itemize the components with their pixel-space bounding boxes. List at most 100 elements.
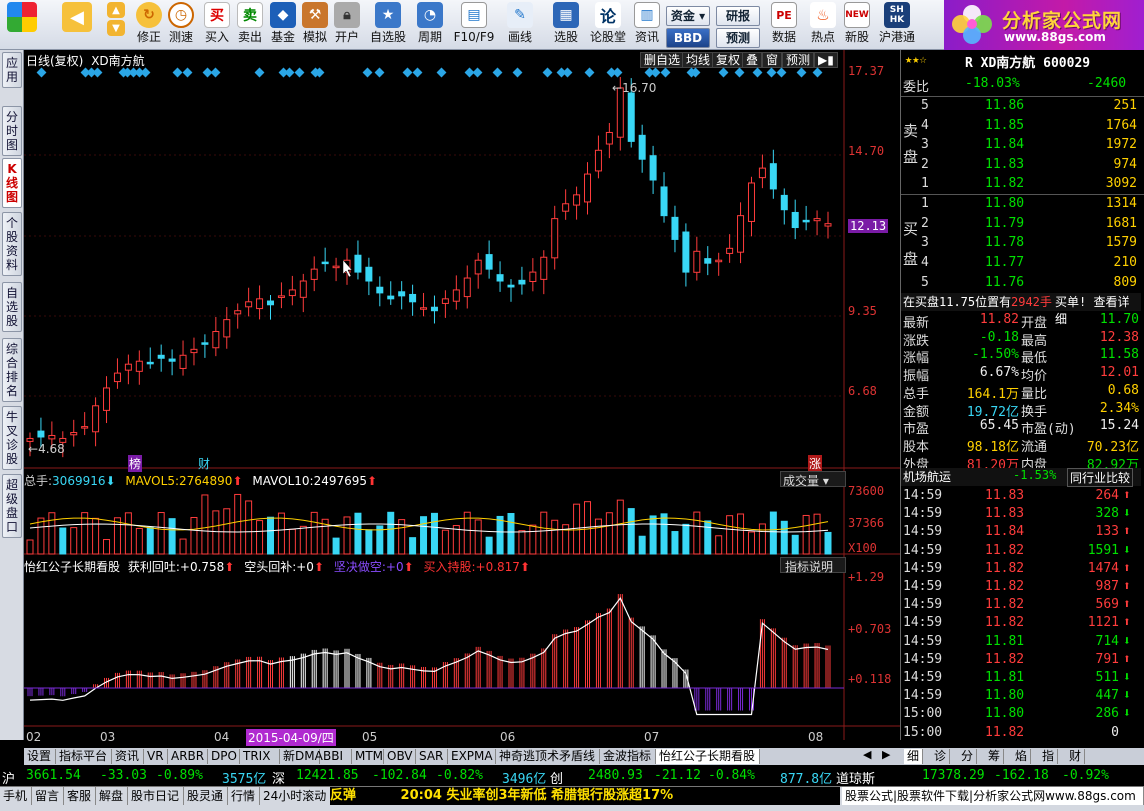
candle-body bbox=[802, 219, 810, 223]
flame-icon: ♨ bbox=[810, 2, 836, 28]
buy-level-row[interactable]: 1 11.80 1314 bbox=[901, 196, 1141, 214]
date-highlight: 2015-04-09/四 bbox=[246, 729, 336, 746]
indicator-tab[interactable]: TRIX bbox=[240, 749, 280, 764]
indicator-tab[interactable]: 新DMA bbox=[280, 749, 323, 764]
indicator-explain-button[interactable]: 指标说明 bbox=[780, 557, 846, 574]
volume-bar bbox=[168, 518, 176, 555]
volume-bar bbox=[420, 516, 428, 555]
buy-level-row[interactable]: 2 11.79 1681 bbox=[901, 216, 1141, 234]
candle-body bbox=[223, 319, 231, 338]
indicator-tab[interactable]: EXPMA bbox=[448, 749, 496, 764]
indicator-tab[interactable]: 金波指标 bbox=[600, 749, 656, 764]
quote-tab[interactable]: 筹 bbox=[985, 749, 1005, 764]
bbd-button[interactable]: BBD bbox=[666, 28, 710, 48]
status-item[interactable]: 股灵通 bbox=[184, 787, 228, 805]
buy-button[interactable]: 买 买入 bbox=[202, 2, 232, 48]
period-button[interactable]: ◔ 周期 bbox=[412, 2, 448, 48]
indicator-tab[interactable]: VR bbox=[144, 749, 168, 764]
candle-body bbox=[310, 268, 318, 280]
indicator-tab[interactable]: BBI bbox=[320, 749, 352, 764]
tab-intraday[interactable]: 分时图 bbox=[2, 106, 22, 156]
sell-level-row[interactable]: 1 11.82 3092 bbox=[901, 176, 1141, 194]
f10-button[interactable]: ▤ F10/F9 bbox=[452, 2, 496, 48]
draw-line-button[interactable]: ✎ 画线 bbox=[502, 2, 538, 48]
forum-button[interactable]: 论 论股堂 bbox=[588, 2, 628, 48]
status-item[interactable]: 手机 bbox=[0, 787, 32, 805]
rank-badge[interactable]: 榜 bbox=[128, 455, 143, 472]
tab-ranking[interactable]: 综合排名 bbox=[2, 338, 22, 402]
quote-tab[interactable]: 指 bbox=[1039, 749, 1059, 764]
sell-level-row[interactable]: 2 11.83 974 bbox=[901, 157, 1141, 175]
indicator-tab[interactable]: OBV bbox=[384, 749, 416, 764]
volume-selector[interactable]: 成交量 ▾ bbox=[780, 471, 846, 488]
data-button[interactable]: PE 数据 bbox=[764, 2, 804, 48]
page-updown-button[interactable]: ▲ ▼ bbox=[105, 2, 127, 48]
finance-badge[interactable]: 财 bbox=[198, 455, 210, 472]
industry-compare-button[interactable]: 同行业比较 bbox=[1067, 468, 1134, 487]
indicator-tab[interactable]: 指标平台 bbox=[56, 749, 112, 764]
status-item[interactable]: 行情 bbox=[228, 787, 260, 805]
tab-stock-profile[interactable]: 个股资料 bbox=[2, 212, 22, 276]
volume-bar bbox=[113, 517, 121, 555]
hotspot-button[interactable]: ♨ 热点 bbox=[806, 2, 840, 48]
quote-tab[interactable]: 诊 bbox=[931, 749, 951, 764]
candle-body bbox=[201, 342, 209, 345]
quote-tab[interactable]: 细 bbox=[904, 749, 924, 764]
volume-bar bbox=[387, 511, 395, 555]
tab-diagnosis[interactable]: 牛叉诊股 bbox=[2, 406, 22, 470]
tab-kline[interactable]: K线图 bbox=[2, 158, 22, 208]
sell-level-row[interactable]: 4 11.85 1764 bbox=[901, 118, 1141, 136]
volume-bar bbox=[365, 529, 373, 555]
buy-level-row[interactable]: 3 11.78 1579 bbox=[901, 235, 1141, 253]
volume-bar bbox=[266, 516, 274, 555]
fix-button[interactable]: ↻ 修正 bbox=[134, 2, 164, 48]
kline-chart-area[interactable]: 日线(复权) XD南方航 删自选 均线 复权 叠 窗 预测 ▶▮ 17.37 1… bbox=[24, 50, 900, 746]
quote-tab[interactable]: 财 bbox=[1066, 749, 1086, 764]
indicator-tab[interactable]: 神奇逃顶术矛盾线 bbox=[496, 749, 600, 764]
news-button[interactable]: ▥ 资讯 bbox=[632, 2, 662, 48]
tab-watchlist[interactable]: 自选股 bbox=[2, 282, 22, 332]
quote-tab[interactable]: 焰 bbox=[1012, 749, 1032, 764]
rise-badge[interactable]: 涨 bbox=[808, 455, 823, 472]
sell-button[interactable]: 卖 卖出 bbox=[235, 2, 265, 48]
site-link[interactable]: 股票公式|股票软件下载|分析家公式网www.88gs.com bbox=[842, 787, 1144, 805]
status-item[interactable]: 24小时滚动 bbox=[260, 787, 340, 805]
news-scroller[interactable]: 反弹 20:04 失业率创3年新低 希腊银行股涨超17% bbox=[330, 787, 840, 805]
tab-apps[interactable]: 应用 bbox=[2, 52, 22, 88]
quote-tab[interactable]: 分 bbox=[958, 749, 978, 764]
fund-button[interactable]: ◆ 基金 bbox=[268, 2, 298, 48]
buy-level-row[interactable]: 4 11.77 210 bbox=[901, 255, 1141, 273]
indicator-tab[interactable]: MTM bbox=[352, 749, 384, 764]
research-button[interactable]: 研报 bbox=[716, 6, 760, 26]
capital-dropdown[interactable]: 资金 ▾ bbox=[666, 6, 710, 26]
low-annotation: ←4.68 bbox=[28, 442, 65, 456]
status-item[interactable]: 留言 bbox=[32, 787, 64, 805]
indicator-tab[interactable]: ARBR bbox=[168, 749, 208, 764]
status-item[interactable]: 解盘 bbox=[96, 787, 128, 805]
tab-super-orderbook[interactable]: 超级盘口 bbox=[2, 474, 22, 538]
sell-level-row[interactable]: 5 11.86 251 bbox=[901, 98, 1141, 116]
big-order-notice[interactable]: 在买盘11.75位置有 2942手 买单! 查看详细 bbox=[901, 293, 1141, 326]
ipo-button[interactable]: NEW 新股 bbox=[842, 2, 872, 48]
indicator-tab[interactable]: 资讯 bbox=[112, 749, 144, 764]
indicator-tab[interactable]: 设置 bbox=[24, 749, 56, 764]
status-item[interactable]: 客服 bbox=[64, 787, 96, 805]
tab-scroll-arrows[interactable]: ◀ ▶ bbox=[860, 748, 900, 765]
predict-button[interactable]: 预测 bbox=[716, 28, 760, 48]
indicator-tab[interactable]: DPO bbox=[208, 749, 240, 764]
app-logo-icon[interactable] bbox=[4, 2, 40, 48]
stock-picker-button[interactable]: ▦ 选股 bbox=[548, 2, 584, 48]
back-button[interactable]: ◀ bbox=[62, 2, 92, 48]
status-item[interactable]: 股市日记 bbox=[128, 787, 184, 805]
hk-connect-button[interactable]: SH HK 沪港通 bbox=[874, 2, 920, 48]
watchlist-button[interactable]: ★ 自选股 bbox=[366, 2, 410, 48]
simulate-button[interactable]: ⚒ 模拟 bbox=[300, 2, 330, 48]
tick-row: 14:59 11.84 133 ⬆ bbox=[903, 524, 1131, 540]
indicator-tab[interactable]: SAR bbox=[416, 749, 448, 764]
buy-level-row[interactable]: 5 11.76 809 bbox=[901, 275, 1141, 293]
indicator-tab[interactable]: 怡红公子长期看股 bbox=[656, 749, 760, 764]
sell-level-row[interactable]: 3 11.84 1972 bbox=[901, 137, 1141, 155]
speedtest-button[interactable]: ◷ 测速 bbox=[166, 2, 196, 48]
open-account-button[interactable]: 🔒︎ 开户 bbox=[332, 2, 362, 48]
volume-bar bbox=[37, 517, 45, 555]
